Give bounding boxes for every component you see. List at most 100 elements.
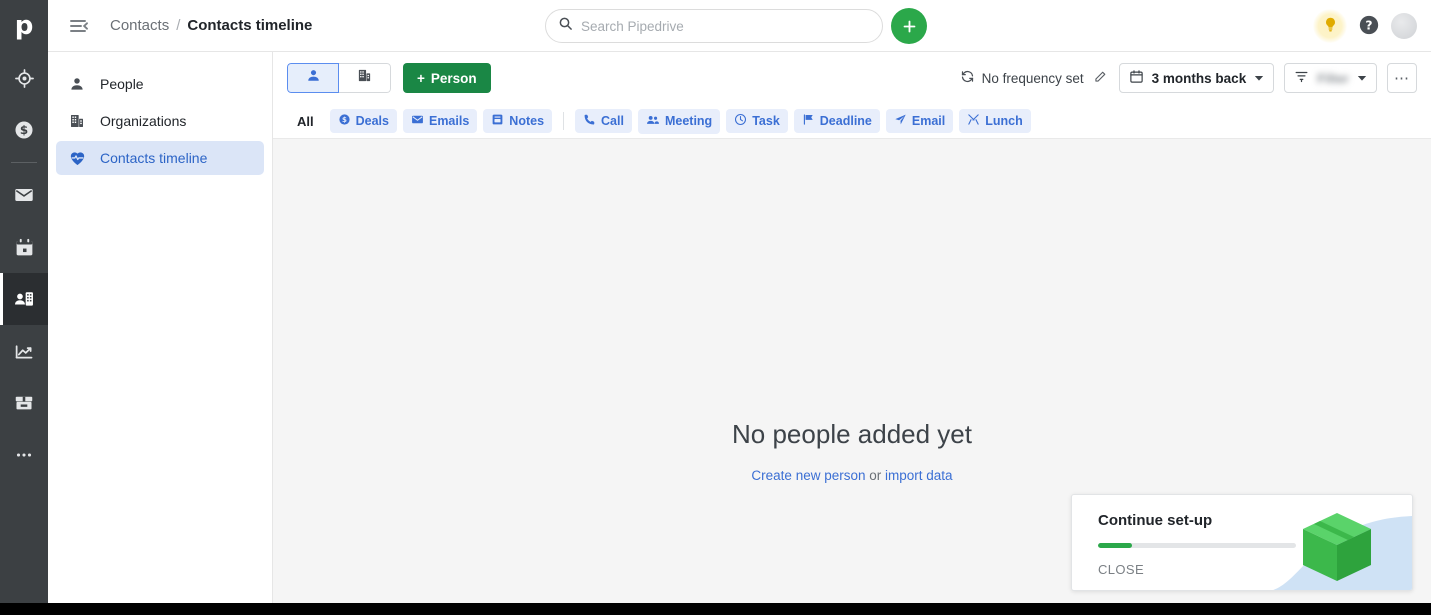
envelope-icon [411, 113, 424, 129]
rail-item-mail[interactable] [0, 169, 48, 221]
cutlery-icon [967, 113, 980, 129]
chip-label: Notes [509, 114, 545, 128]
create-new-person-link[interactable]: Create new person [751, 468, 865, 483]
calendar-icon [1129, 69, 1144, 87]
import-data-link[interactable]: import data [885, 468, 953, 483]
rail-item-insights[interactable] [0, 325, 48, 377]
add-person-button[interactable]: + Person [403, 63, 491, 93]
filter-icon [1294, 69, 1309, 87]
page-title: Contacts timeline [187, 17, 313, 34]
continue-setup-card[interactable]: Continue set-up CLOSE [1071, 494, 1413, 591]
more-icon [13, 444, 35, 466]
setup-card-title: Continue set-up [1098, 512, 1213, 529]
chip-task[interactable]: Task [726, 109, 788, 133]
search-box[interactable] [545, 9, 883, 43]
chevron-down-icon [1357, 71, 1367, 86]
whats-new-button[interactable] [1313, 9, 1347, 43]
date-range-selector[interactable]: 3 months back [1118, 63, 1275, 93]
more-options-button[interactable]: ⋯ [1387, 63, 1417, 93]
person-icon [68, 76, 86, 92]
date-range-label: 3 months back [1151, 70, 1247, 86]
leads-icon [14, 68, 35, 89]
organization-icon [357, 68, 372, 88]
heart-pulse-icon [68, 150, 86, 167]
chip-label: Meeting [664, 114, 713, 128]
chip-label: Lunch [985, 114, 1023, 128]
products-icon [13, 392, 35, 414]
rail-item-deals[interactable]: $ [0, 104, 48, 156]
sidebar-item-people[interactable]: People [56, 67, 264, 101]
chip-emails[interactable]: Emails [402, 109, 478, 133]
chip-meeting[interactable]: Meeting [637, 108, 721, 134]
clock-icon [734, 113, 747, 129]
toggle-organization-button[interactable] [339, 63, 391, 93]
chip-deadline[interactable]: Deadline [793, 109, 880, 133]
sidebar-item-label: Contacts timeline [100, 150, 208, 166]
collapse-sidebar-icon[interactable] [62, 9, 96, 43]
edit-frequency-button[interactable] [1091, 68, 1109, 89]
help-button[interactable]: ? [1358, 15, 1380, 37]
people-icon [646, 113, 660, 130]
sidebar-item-contacts-timeline[interactable]: Contacts timeline [56, 141, 264, 175]
empty-state-title: No people added yet [732, 419, 972, 449]
calendar-icon [14, 237, 35, 258]
search-icon [558, 16, 573, 36]
chip-group-divider [563, 112, 565, 130]
global-search [545, 9, 883, 43]
toolbar-right-controls: No frequency set 3 months back Filter ⋯ [960, 63, 1417, 93]
rail-item-leads[interactable] [0, 52, 48, 104]
chip-deals[interactable]: $ Deals [329, 109, 397, 133]
page-bottom-strip [0, 603, 1431, 615]
sidebar-item-organizations[interactable]: Organizations [56, 104, 264, 138]
sidebar-item-label: People [100, 76, 144, 92]
frequency-status: No frequency set [960, 68, 1109, 89]
app-header: Contacts / Contacts timeline Search Pipe… [48, 0, 1431, 52]
breadcrumb-parent[interactable]: Contacts [110, 17, 169, 34]
quick-add-button[interactable] [891, 8, 927, 44]
global-nav-rail: p $ [0, 0, 48, 603]
rail-item-contacts[interactable] [0, 273, 48, 325]
filter-selector[interactable]: Filter [1284, 63, 1377, 93]
chip-label: Task [752, 114, 780, 128]
mail-icon [13, 184, 35, 206]
add-person-label: Person [430, 70, 477, 86]
chip-call[interactable]: Call [575, 109, 632, 133]
pipedrive-logo[interactable]: p [0, 0, 48, 52]
person-icon [306, 68, 321, 88]
chip-email[interactable]: Email [885, 109, 954, 133]
contacts-icon [13, 288, 35, 310]
empty-state-or: or [865, 468, 886, 483]
entity-type-toggle [287, 63, 391, 93]
empty-state: No people added yet Create new person or… [273, 419, 1431, 483]
chip-label: Deals [355, 114, 389, 128]
plus-icon: + [417, 70, 425, 86]
chevron-down-icon [1254, 71, 1264, 86]
chip-label: Email [911, 114, 946, 128]
pipedrive-app-window: p $ Contacts / Contacts timeline Search … [0, 0, 1431, 603]
chip-notes[interactable]: Notes [483, 109, 553, 133]
rail-item-products[interactable] [0, 377, 48, 429]
contacts-sidebar: People Organizations Contacts timeline [48, 52, 273, 603]
breadcrumb: Contacts / Contacts timeline [110, 17, 312, 34]
insights-icon [14, 341, 35, 362]
deals-icon: $ [13, 119, 35, 141]
avatar[interactable] [1391, 13, 1417, 39]
content-toolbar: + Person No frequency set 3 months back … [273, 52, 1431, 104]
setup-progress-fill [1098, 543, 1132, 548]
filter-label: Filter [1317, 70, 1349, 86]
search-input[interactable] [581, 18, 870, 34]
note-icon [491, 113, 504, 129]
breadcrumb-separator: / [176, 17, 181, 34]
rail-item-activities[interactable] [0, 221, 48, 273]
organization-icon [68, 113, 86, 129]
chip-lunch[interactable]: Lunch [959, 109, 1031, 133]
rail-item-more[interactable] [0, 429, 48, 481]
chip-all[interactable]: All [287, 110, 324, 133]
setup-close-button[interactable]: CLOSE [1098, 562, 1144, 577]
toggle-person-button[interactable] [287, 63, 339, 93]
svg-text:$: $ [20, 123, 28, 137]
activity-filter-chips: All $ Deals Emails Notes Call Meeting Ta… [273, 104, 1431, 138]
rail-divider [11, 162, 37, 163]
deal-dollar-icon: $ [338, 113, 351, 129]
pencil-icon [1093, 70, 1107, 87]
